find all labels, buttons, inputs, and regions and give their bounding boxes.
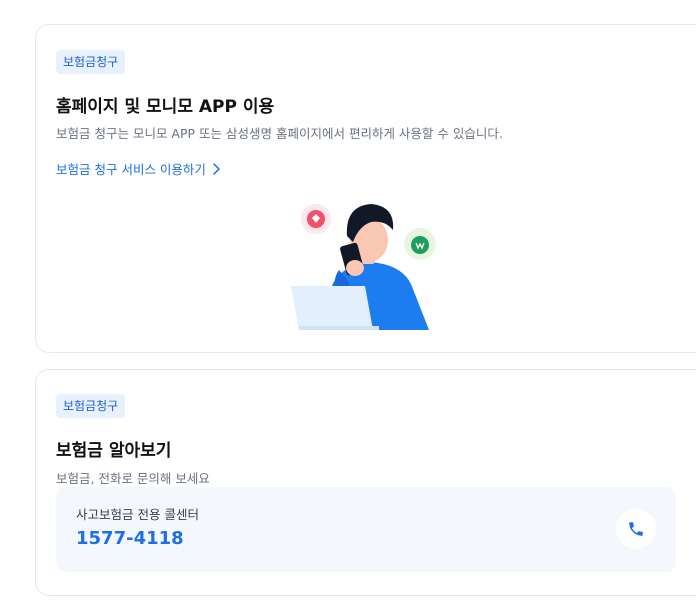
card-title: 보험금 알아보기 — [56, 441, 172, 461]
card-description: 보험금, 전화로 문의해 보세요 — [56, 471, 210, 486]
card-title: 홈페이지 및 모니모 APP 이용 — [56, 97, 275, 117]
category-badge: 보험금청구 — [56, 394, 126, 418]
call-center-box: 사고보험금 전용 콜센터 1577-4118 — [56, 487, 676, 572]
claim-service-link[interactable]: 보험금 청구 서비스 이용하기 — [56, 159, 220, 178]
claim-inquiry-card: 보험금청구 보험금 알아보기 보험금, 전화로 문의해 보세요 사고보험금 전용… — [35, 369, 696, 596]
call-button[interactable] — [616, 509, 656, 549]
claim-method-card: 보험금청구 홈페이지 및 모니모 APP 이용 보험금 청구는 모니모 APP … — [35, 24, 696, 353]
claim-service-link-label: 보험금 청구 서비스 이용하기 — [56, 162, 206, 177]
chevron-right-icon — [213, 162, 220, 175]
person-with-phone-illustration — [291, 204, 436, 330]
call-center-number[interactable]: 1577-4118 — [76, 528, 184, 549]
category-badge: 보험금청구 — [56, 50, 126, 74]
card-description: 보험금 청구는 모니모 APP 또는 삼성생명 홈페이지에서 편리하게 사용할 … — [56, 126, 503, 141]
call-center-label: 사고보험금 전용 콜센터 — [76, 507, 199, 522]
phone-icon — [629, 522, 643, 536]
